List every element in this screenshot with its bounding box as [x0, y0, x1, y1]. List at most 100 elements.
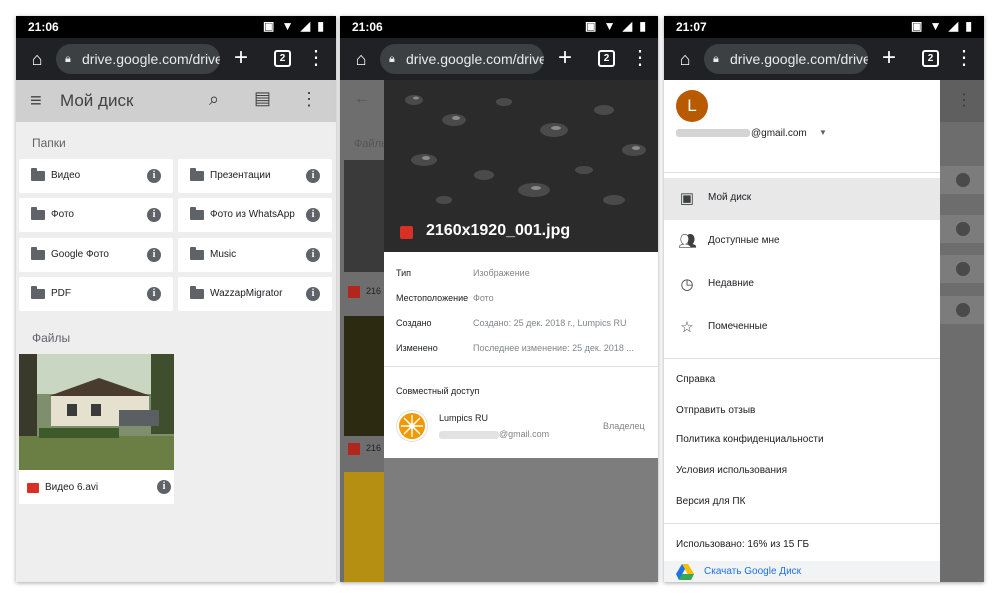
detail-label-location: Местоположение — [396, 293, 469, 303]
link-privacy-policy[interactable]: Политика конфиденциальности — [676, 434, 824, 445]
info-icon[interactable]: i — [147, 169, 161, 183]
account-email[interactable]: @gmail.com — [676, 128, 807, 139]
status-bar: 21:06 ▣ ▼ ◢ ▮ — [340, 16, 658, 38]
download-drive-link[interactable]: Скачать Google Диск — [704, 566, 801, 577]
info-icon[interactable]: i — [147, 248, 161, 262]
browser-menu-icon[interactable]: ⋮ — [954, 46, 974, 70]
folder-icon — [31, 247, 45, 260]
nav-item-starred[interactable]: ☆ Помеченные — [664, 307, 940, 349]
nav-item-recent[interactable]: ◷ Недавние — [664, 264, 940, 306]
drive-icon: ▣ — [679, 190, 695, 207]
file-card[interactable]: Видео 6.avi i — [19, 354, 174, 504]
files-section-label: Файлы — [32, 331, 71, 345]
nav-item-my-drive[interactable]: ▣ Мой диск — [664, 178, 940, 220]
folder-name: WazzapMigrator — [210, 288, 283, 299]
more-options-icon[interactable]: ⋮ — [300, 89, 318, 110]
folder-icon — [190, 247, 204, 260]
file-name: Видео 6.avi — [45, 482, 99, 493]
link-desktop-version[interactable]: Версия для ПК — [676, 496, 745, 507]
hamburger-menu-icon[interactable]: ≡ — [30, 90, 42, 112]
folders-section-label: Папки — [32, 136, 66, 150]
nav-label: Доступные мне — [708, 235, 780, 246]
info-icon[interactable]: i — [147, 208, 161, 222]
sharing-section-title: Совместный доступ — [396, 386, 480, 396]
folder-name: Видео — [51, 170, 81, 181]
google-drive-logo-icon — [676, 564, 694, 580]
link-feedback[interactable]: Отправить отзыв — [676, 405, 755, 416]
download-drive-row[interactable]: Скачать Google Диск — [664, 561, 940, 582]
folder-item[interactable]: WazzapMigrator i — [178, 277, 332, 311]
folder-icon — [31, 286, 45, 299]
info-icon[interactable]: i — [306, 287, 320, 301]
detail-value-location[interactable]: Фото — [473, 293, 494, 303]
files-section-label: Файлы — [354, 138, 384, 150]
page-title: Мой диск — [60, 91, 134, 110]
info-icon — [956, 222, 970, 236]
folder-icon — [190, 286, 204, 299]
tab-switcher-button[interactable]: 2 — [922, 50, 939, 67]
browser-toolbar: ⌂ 🔒︎ drive.google.com/drive/ + 2 ⋮ — [340, 38, 658, 80]
folder-item[interactable]: Презентации i — [178, 159, 332, 193]
new-tab-icon[interactable]: + — [558, 44, 572, 72]
account-avatar[interactable]: L — [676, 90, 708, 122]
address-bar[interactable]: 🔒︎ drive.google.com/drive/ — [56, 44, 220, 74]
folder-item[interactable]: Google Фото i — [19, 238, 173, 272]
info-icon[interactable]: i — [306, 169, 320, 183]
folder-item[interactable]: PDF i — [19, 277, 173, 311]
list-view-icon[interactable]: ▤ — [254, 88, 271, 109]
link-help[interactable]: Справка — [676, 374, 715, 385]
nav-label: Мой диск — [708, 192, 752, 203]
info-icon[interactable]: i — [306, 248, 320, 262]
address-bar[interactable]: 🔒︎ drive.google.com/drive/ — [380, 44, 544, 74]
navigation-drawer: L @gmail.com ▼ ▣ Мой диск 👥︎ Доступные м… — [664, 80, 940, 582]
detail-label-created: Создано — [396, 318, 432, 328]
status-bar: 21:06 ▣ ▼ ◢ ▮ — [16, 16, 336, 38]
account-switcher-icon[interactable]: ▼ — [819, 128, 827, 137]
owner-role: Владелец — [603, 421, 645, 431]
phone-screen-navigation-drawer: 21:07 ▣ ▼ ◢ ▮ ⌂ 🔒︎ drive.google.com/driv… — [664, 16, 984, 582]
home-icon[interactable]: ⌂ — [26, 48, 48, 70]
tab-switcher-button[interactable]: 2 — [274, 50, 291, 67]
url-text: drive.google.com/drive/ — [406, 51, 544, 67]
folder-name: Music — [210, 249, 237, 260]
home-icon[interactable]: ⌂ — [674, 48, 696, 70]
detail-value-type: Изображение — [473, 268, 530, 278]
owner-email: @gmail.com — [439, 429, 549, 439]
nav-label: Недавние — [708, 278, 754, 289]
link-terms[interactable]: Условия использования — [676, 465, 787, 476]
video-file-icon — [27, 483, 39, 493]
tab-switcher-button[interactable]: 2 — [598, 50, 615, 67]
folder-item[interactable]: Видео i — [19, 159, 173, 193]
detail-label-modified: Изменено — [396, 343, 438, 353]
owner-avatar — [397, 411, 427, 441]
drive-app-bar: ≡ Мой диск ⌕ ▤ ⋮ — [16, 80, 336, 122]
browser-menu-icon[interactable]: ⋮ — [630, 46, 650, 70]
address-bar[interactable]: 🔒︎ drive.google.com/drive/ — [704, 44, 868, 74]
info-icon[interactable]: i — [306, 208, 320, 222]
dimmed-background — [384, 458, 658, 582]
folder-item[interactable]: Music i — [178, 238, 332, 272]
nav-item-shared-with-me[interactable]: 👥︎ Доступные мне — [664, 221, 940, 263]
folder-icon — [31, 207, 45, 220]
info-icon[interactable]: i — [157, 480, 171, 494]
folder-item[interactable]: Фото i — [19, 198, 173, 232]
back-arrow-icon: ← — [354, 90, 370, 107]
phone-screen-my-drive: 21:06 ▣ ▼ ◢ ▮ ⌂ 🔒︎ drive.google.com/driv… — [16, 16, 336, 582]
browser-toolbar: ⌂ 🔒︎ drive.google.com/drive/ + 2 ⋮ — [664, 38, 984, 80]
url-text: drive.google.com/drive/ — [82, 51, 220, 67]
new-tab-icon[interactable]: + — [234, 44, 248, 72]
new-tab-icon[interactable]: + — [882, 44, 896, 72]
redacted-email — [439, 430, 499, 439]
info-icon — [956, 303, 970, 317]
info-icon[interactable]: i — [147, 287, 161, 301]
home-icon[interactable]: ⌂ — [350, 48, 372, 70]
redacted-email — [676, 129, 750, 138]
search-icon[interactable]: ⌕ — [209, 89, 219, 110]
video-thumbnail — [19, 354, 174, 470]
detail-label-type: Тип — [396, 268, 412, 278]
folder-item[interactable]: Фото из WhatsApp i — [178, 198, 332, 232]
browser-menu-icon[interactable]: ⋮ — [306, 46, 326, 70]
scrim-overlay[interactable]: ⋮ — [940, 80, 984, 582]
email-domain: @gmail.com — [751, 128, 807, 139]
divider — [664, 358, 940, 359]
